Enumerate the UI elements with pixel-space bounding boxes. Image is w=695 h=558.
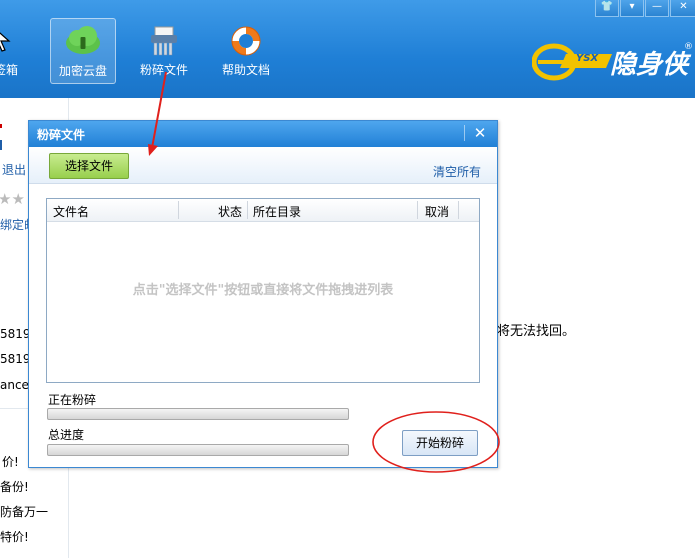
promo-text: 价!: [2, 455, 19, 469]
blue-mark: [0, 140, 2, 150]
rating-stars: ★★: [0, 190, 25, 208]
skin-button[interactable]: 👕: [595, 0, 619, 17]
column-directory[interactable]: 所在目录: [253, 203, 301, 220]
minimize-button[interactable]: —: [645, 0, 669, 17]
empty-list-hint: 点击"选择文件"按钮或直接将文件拖拽进列表: [132, 283, 394, 298]
clear-all-link[interactable]: 清空所有: [433, 163, 481, 180]
left-panel-text: 5819: [0, 352, 31, 366]
toolbar-mailbox-button[interactable]: 签箱: [0, 18, 20, 82]
column-status[interactable]: 状态: [218, 203, 242, 220]
toolbar-cloud-disk-button[interactable]: 加密云盘: [50, 18, 116, 84]
menu-button[interactable]: ▾: [620, 0, 644, 17]
column-divider: [458, 201, 459, 219]
main-body-text: 将无法找回。: [497, 324, 576, 339]
logo-registered: ®: [684, 42, 693, 52]
current-progress-bar: [47, 408, 349, 420]
title-separator: [464, 125, 465, 141]
dialog-toolbar: 选择文件 清空所有: [29, 147, 497, 184]
logo-brand-text: 隐身侠: [610, 50, 689, 80]
promo-text: 特价!: [0, 530, 29, 544]
shredder-icon: [151, 26, 177, 56]
dialog-title: 粉碎文件: [37, 128, 86, 142]
total-progress-bar: [47, 444, 349, 456]
close-icon[interactable]: ✕: [471, 124, 489, 142]
left-panel-text: ance: [0, 378, 29, 392]
toolbar-item-label: 加密云盘: [58, 64, 107, 78]
logout-link[interactable]: 退出: [2, 161, 26, 178]
toolbar-item-label: 签箱: [0, 63, 18, 77]
logo-badge: YSX: [576, 53, 599, 64]
dialog-title-bar[interactable]: 粉碎文件 ✕: [29, 121, 497, 147]
total-progress-label: 总进度: [48, 428, 85, 442]
red-mark: [0, 124, 2, 128]
left-panel-text: 5819: [0, 327, 31, 341]
current-progress-label: 正在粉碎: [48, 393, 97, 407]
close-window-button[interactable]: ✕: [670, 0, 695, 17]
toolbar-help-button[interactable]: 帮助文档: [214, 18, 278, 82]
cursor-icon: [0, 32, 11, 52]
select-file-button[interactable]: 选择文件: [49, 153, 129, 179]
promo-text: 备份!: [0, 480, 29, 494]
toolbar-shred-button[interactable]: 粉碎文件: [132, 18, 196, 82]
column-filename[interactable]: 文件名: [53, 203, 89, 220]
toolbar-item-label: 帮助文档: [221, 63, 270, 77]
start-shred-button[interactable]: 开始粉碎: [402, 430, 478, 456]
column-cancel[interactable]: 取消: [425, 203, 449, 220]
file-list-header: 文件名 状态 所在目录 取消: [47, 199, 479, 222]
file-list[interactable]: 文件名 状态 所在目录 取消 点击"选择文件"按钮或直接将文件拖拽进列表: [46, 198, 480, 383]
lifebuoy-icon: [231, 26, 261, 56]
promo-text: 防备万一: [0, 505, 49, 519]
column-divider: [417, 201, 418, 219]
column-divider: [247, 201, 248, 219]
main-toolbar: 签箱 加密云盘 粉碎文件 帮助文档 👕: [0, 0, 695, 98]
column-divider: [178, 201, 179, 219]
cloud-lock-icon: [66, 26, 100, 54]
toolbar-item-label: 粉碎文件: [139, 63, 188, 77]
ysx-logo: YSX 隐身侠 ®: [531, 38, 693, 82]
shred-dialog: 粉碎文件 ✕ 选择文件 清空所有 文件名 状态 所在目录 取消 点击"选择文件"…: [28, 120, 498, 468]
